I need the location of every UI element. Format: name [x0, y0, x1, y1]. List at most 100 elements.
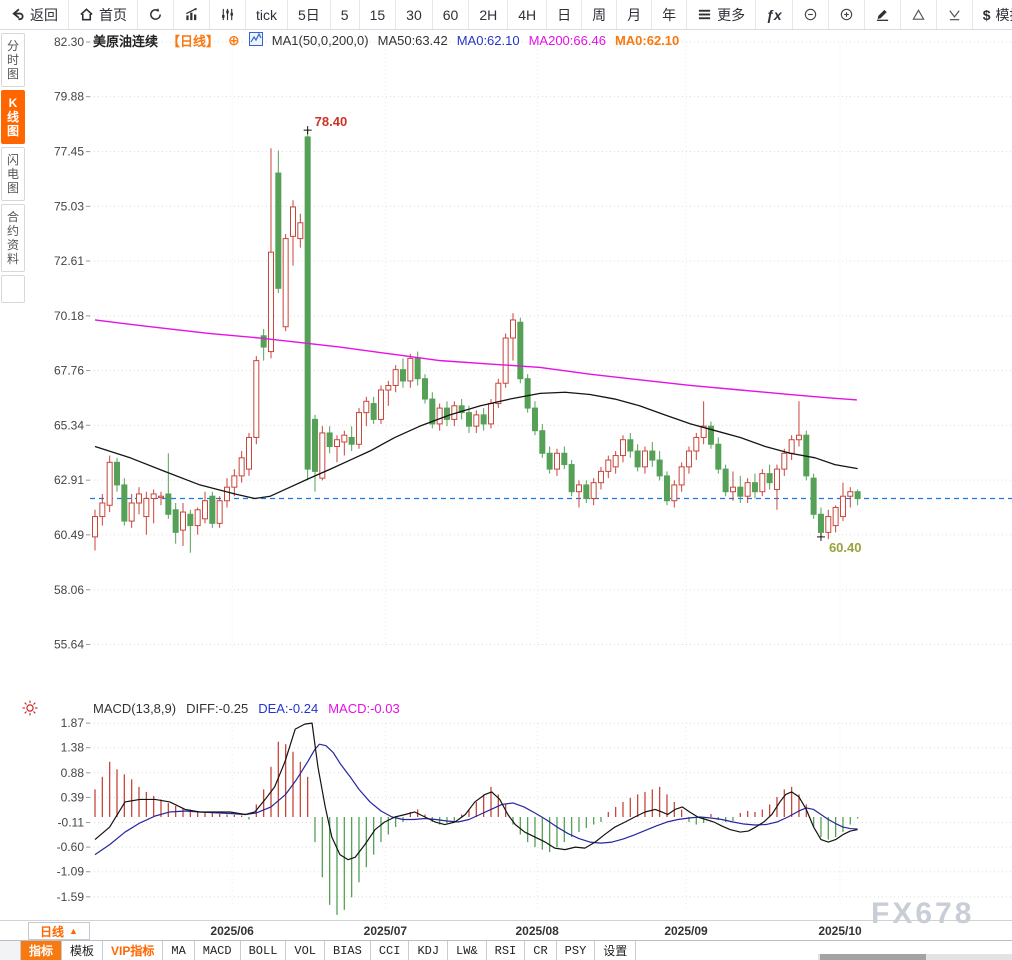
- toolbar-30m-button[interactable]: 30: [396, 0, 433, 29]
- ma50-value: MA50:63.42: [378, 33, 448, 48]
- macd-axis-label: -1.59: [57, 890, 85, 904]
- toolbar-day-label: 日: [557, 5, 571, 25]
- toolbar-15m-button[interactable]: 15: [360, 0, 397, 29]
- price-axis-label: 70.18: [54, 309, 84, 323]
- mini-chart-icon: [249, 32, 263, 49]
- tab-lwr[interactable]: LW&: [448, 941, 487, 960]
- toolbar-more-label: 更多: [717, 5, 745, 25]
- toolbar-2h-button[interactable]: 2H: [469, 0, 508, 29]
- price-axis-label: 77.45: [54, 145, 84, 159]
- high-price-annotation: 78.40: [315, 114, 348, 129]
- add-indicator-icon[interactable]: ⊕: [228, 32, 240, 49]
- tabbar-corner-handle[interactable]: [0, 941, 21, 960]
- indicator-sun-icon[interactable]: [21, 699, 39, 717]
- home-icon: [79, 7, 94, 22]
- tab-psy[interactable]: PSY: [557, 941, 596, 960]
- sidebar-item-contract-info[interactable]: 合约资料: [1, 204, 25, 272]
- tab-templates[interactable]: 模板: [62, 941, 103, 960]
- tab-rsi[interactable]: RSI: [487, 941, 526, 960]
- price-axis-label: 72.61: [54, 254, 84, 268]
- tab-macd[interactable]: MACD: [195, 941, 241, 960]
- toolbar-30m-label: 30: [406, 7, 422, 23]
- macd-axis-label: 1.38: [61, 741, 85, 755]
- macd-axis-label: -0.60: [57, 840, 85, 854]
- pencil-icon: [875, 7, 890, 22]
- toolbar-simulate-label: 模拟: [996, 5, 1012, 25]
- price-axis-label: 62.91: [54, 473, 84, 487]
- fx-icon: ƒx: [766, 7, 782, 23]
- tab-ma[interactable]: MA: [163, 941, 194, 960]
- x-axis-month-label: 2025/09: [664, 924, 707, 938]
- macd-axis-label: 0.88: [61, 766, 85, 780]
- toolbar-4h-label: 4H: [518, 7, 536, 23]
- toolbar-2h-label: 2H: [479, 7, 497, 23]
- price-macd-chart[interactable]: 82.30 79.88 77.45 75.03 72.61 70.18 67.76 65.34…: [0, 30, 1012, 920]
- toolbar-60m-button[interactable]: 60: [433, 0, 470, 29]
- back-arrow-icon: [10, 7, 25, 22]
- tab-cr[interactable]: CR: [525, 941, 556, 960]
- macd-axis-label: -0.11: [58, 816, 85, 830]
- price-axis-label: 65.34: [54, 418, 84, 432]
- refresh-icon: [148, 7, 163, 22]
- toolbar-5d-label: 5日: [298, 5, 320, 25]
- price-axis-label: 58.06: [54, 583, 84, 597]
- sidebar-item-kline-chart[interactable]: K线图: [1, 90, 25, 144]
- toolbar-5m-button[interactable]: 5: [331, 0, 360, 29]
- scrollbar-thumb[interactable]: [820, 954, 926, 960]
- tab-settings[interactable]: 设置: [595, 941, 636, 960]
- low-price-annotation: 60.40: [829, 540, 862, 555]
- toolbar-more-button[interactable]: 更多: [687, 0, 756, 29]
- price-axis-label: 67.76: [54, 364, 84, 378]
- toolbar-zoom-out-button[interactable]: [793, 0, 829, 29]
- toolbar-fx-button[interactable]: ƒx: [756, 0, 793, 29]
- price-axis-label: 55.64: [54, 637, 84, 651]
- toolbar-chart-type-candle-button[interactable]: [210, 0, 246, 29]
- tab-kdj[interactable]: KDJ: [409, 941, 448, 960]
- toolbar-simulate-button[interactable]: $ 模拟: [973, 0, 1012, 29]
- toolbar-back-button[interactable]: 返回: [0, 0, 69, 29]
- tab-vol[interactable]: VOL: [286, 941, 325, 960]
- sidebar-item-time-chart[interactable]: 分时图: [1, 33, 25, 87]
- toolbar-triangle-up-button[interactable]: [901, 0, 937, 29]
- toolbar-chart-type-trend-button[interactable]: [174, 0, 210, 29]
- left-sidebar: 分时图 K线图闪电图合约资料: [1, 33, 25, 306]
- price-axis-label: 82.30: [54, 35, 84, 49]
- toolbar-15m-label: 15: [370, 7, 386, 23]
- menu-icon: [697, 7, 712, 22]
- price-axis-label: 75.03: [54, 199, 84, 213]
- x-axis-month-label: 2025/10: [818, 924, 861, 938]
- x-axis-month-label: 2025/07: [364, 924, 407, 938]
- sidebar-item-empty[interactable]: [1, 275, 25, 303]
- tab-cci[interactable]: CCI: [371, 941, 410, 960]
- toolbar-tick-button[interactable]: tick: [246, 0, 288, 29]
- tab-vip-indicators[interactable]: VIP指标: [103, 941, 163, 960]
- toolbar-month-button[interactable]: 月: [617, 0, 652, 29]
- sliders-icon: [220, 7, 235, 22]
- toolbar-5d-button[interactable]: 5日: [288, 0, 331, 29]
- zoom-out-icon: [803, 7, 818, 22]
- fx678-watermark: FX678: [871, 897, 974, 931]
- tab-indicators[interactable]: 指标: [21, 941, 62, 960]
- toolbar-refresh-button[interactable]: [138, 0, 174, 29]
- symbol-name: 美原油连续: [93, 31, 158, 50]
- dollar-icon: $: [983, 7, 991, 23]
- toolbar-collapse-button[interactable]: [937, 0, 973, 29]
- toolbar-year-button[interactable]: 年: [652, 0, 687, 29]
- tab-boll[interactable]: BOLL: [241, 941, 287, 960]
- app-root: 返回首页 tick 5日 5 15 30 60 2H 4H 日周月年 更多 ƒx $ 模拟 分时图 K线图闪…: [0, 0, 1012, 960]
- period-selector[interactable]: 日线 ▲: [28, 922, 90, 940]
- price-axis-label: 79.88: [54, 90, 84, 104]
- toolbar-back-label: 返回: [30, 5, 58, 25]
- toolbar-60m-label: 60: [443, 7, 459, 23]
- toolbar-tick-label: tick: [256, 7, 277, 23]
- sidebar-item-flash-chart[interactable]: 闪电图: [1, 147, 25, 201]
- toolbar-draw-button[interactable]: [865, 0, 901, 29]
- horizontal-scrollbar[interactable]: [818, 954, 1012, 960]
- toolbar-zoom-in-button[interactable]: [829, 0, 865, 29]
- toolbar-week-button[interactable]: 周: [582, 0, 617, 29]
- toolbar-day-button[interactable]: 日: [547, 0, 582, 29]
- tab-bias[interactable]: BIAS: [325, 941, 371, 960]
- toolbar-home-button[interactable]: 首页: [69, 0, 138, 29]
- macd-macd-value: MACD:-0.03: [328, 701, 400, 716]
- toolbar-4h-button[interactable]: 4H: [508, 0, 547, 29]
